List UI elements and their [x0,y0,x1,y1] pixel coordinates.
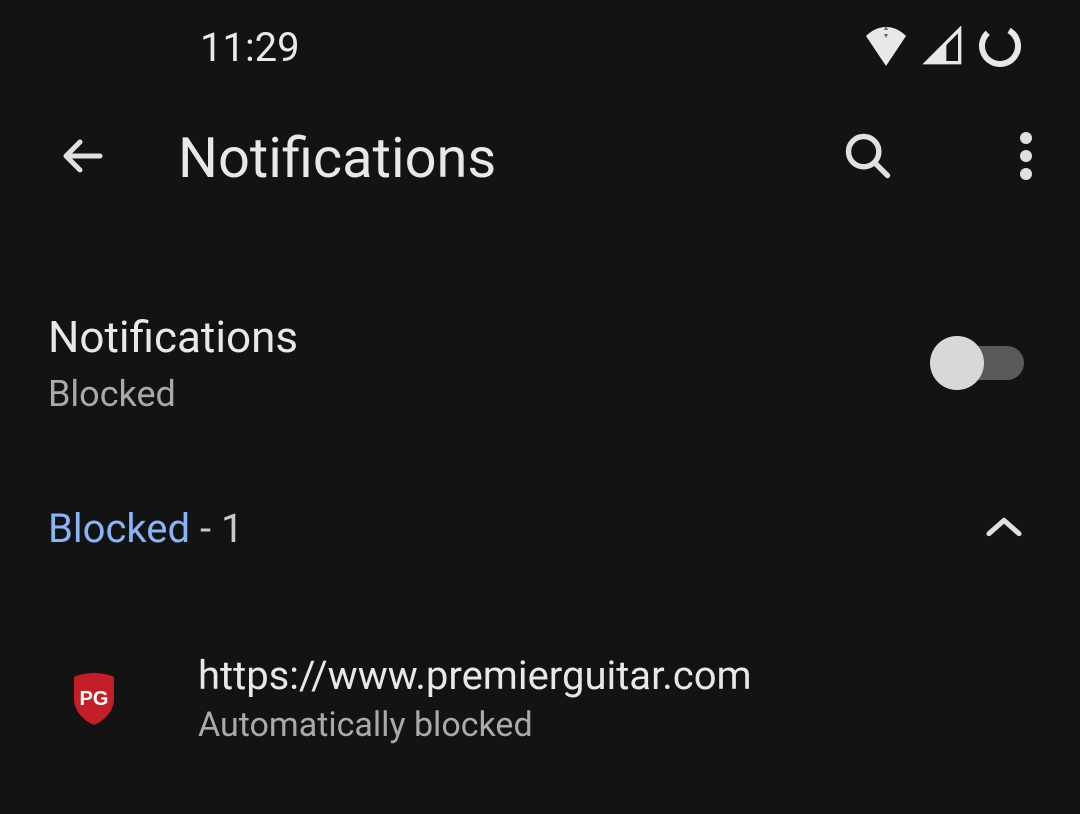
section-count: 1 [221,505,243,552]
notifications-toggle[interactable] [934,346,1024,380]
back-button[interactable] [60,132,108,184]
setting-title: Notifications [48,311,298,363]
wifi-icon [862,26,910,70]
site-favicon: PG [70,671,118,727]
spinner-icon [976,22,1024,74]
notifications-toggle-row[interactable]: Notifications Blocked [0,261,1080,445]
toggle-knob [930,336,984,390]
section-label: Blocked - 1 [48,505,243,552]
site-status: Automatically blocked [198,705,752,745]
app-bar: Notifications [0,95,1080,221]
status-icons [862,22,1024,74]
page-title: Notifications [178,125,772,191]
site-url: https://www.premierguitar.com [198,652,752,699]
status-bar: 11:29 [0,0,1080,95]
signal-icon [922,26,964,70]
section-label-text: Blocked [48,505,190,552]
svg-text:PG: PG [80,688,109,710]
more-options-button[interactable] [1020,132,1032,184]
site-info: https://www.premierguitar.com Automatica… [198,652,752,745]
setting-status: Blocked [48,373,298,415]
search-button[interactable] [842,130,894,186]
setting-text: Notifications Blocked [48,311,298,415]
status-time: 11:29 [200,24,300,71]
site-item[interactable]: PG https://www.premierguitar.com Automat… [0,582,1080,775]
blocked-section-header[interactable]: Blocked - 1 [0,445,1080,582]
chevron-up-icon [984,515,1024,543]
